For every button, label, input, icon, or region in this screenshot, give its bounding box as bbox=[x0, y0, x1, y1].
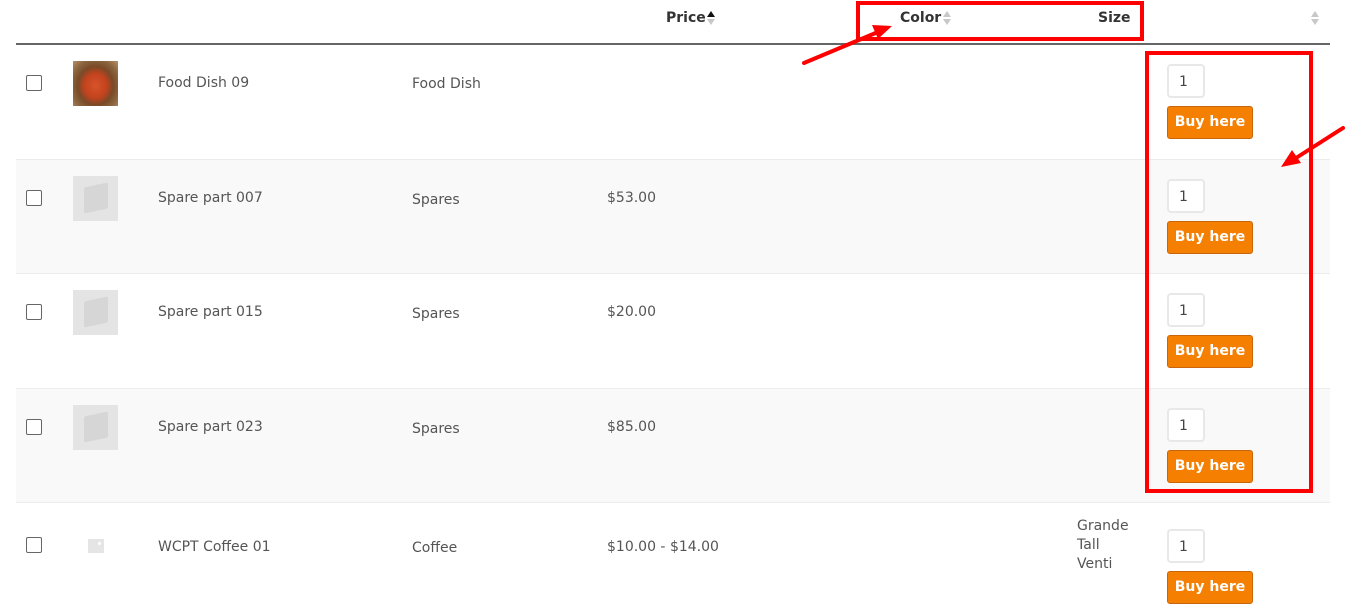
annotation-arrows bbox=[802, 25, 1345, 167]
annotation-arrow-icon bbox=[1281, 126, 1345, 167]
annotation-arrow-icon bbox=[802, 25, 892, 65]
